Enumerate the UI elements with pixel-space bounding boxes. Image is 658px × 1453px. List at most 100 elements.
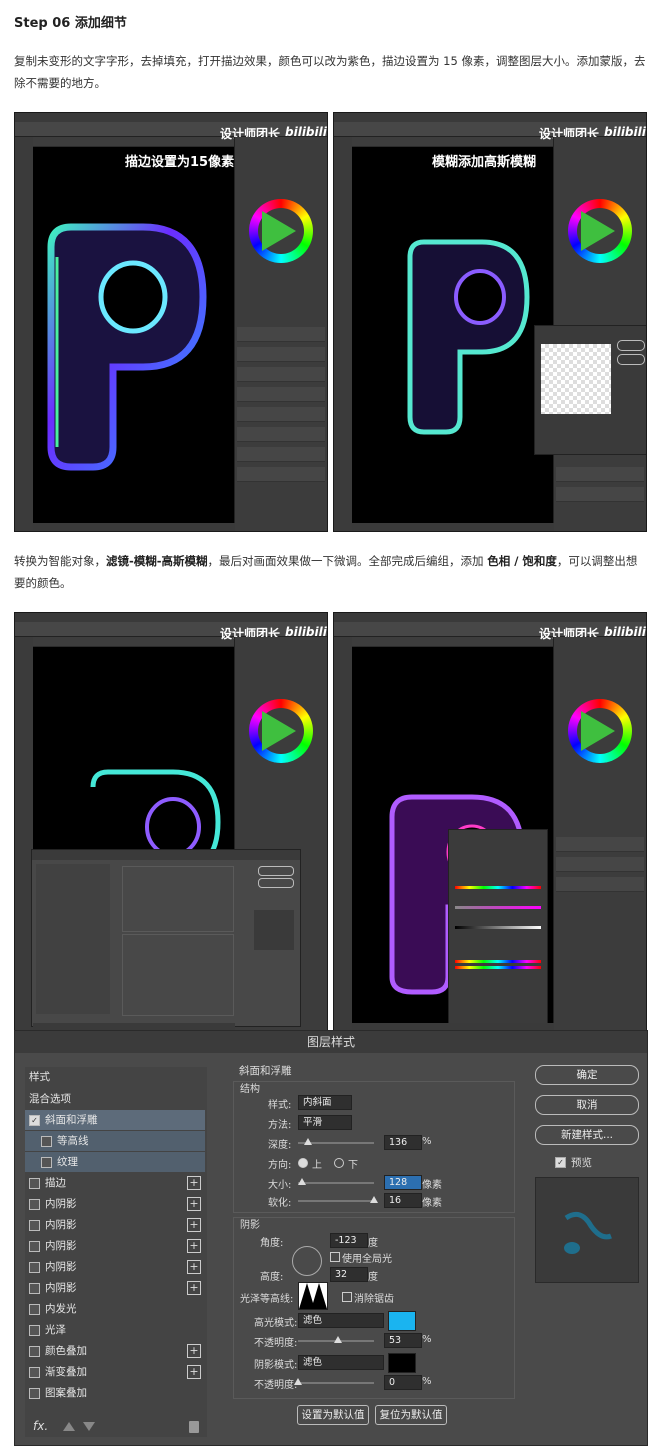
antialias-checkbox[interactable] bbox=[342, 1292, 352, 1302]
layer-row[interactable] bbox=[237, 327, 325, 342]
preview-checkbox[interactable]: ✓ bbox=[555, 1157, 566, 1168]
options-bar bbox=[15, 622, 327, 637]
style-item-label: 内阴影 bbox=[45, 1282, 77, 1294]
size-slider[interactable] bbox=[298, 1182, 374, 1184]
layer-row[interactable] bbox=[237, 467, 325, 482]
layer-row[interactable] bbox=[556, 487, 644, 502]
layer-row[interactable] bbox=[556, 837, 644, 852]
add-style-icon[interactable]: + bbox=[187, 1239, 201, 1253]
layer-row[interactable] bbox=[556, 467, 644, 482]
layer-row[interactable] bbox=[237, 447, 325, 462]
blur-preview bbox=[541, 344, 611, 414]
add-style-icon[interactable]: + bbox=[187, 1176, 201, 1190]
style-item-checkbox[interactable] bbox=[29, 1283, 40, 1294]
color-wheel[interactable] bbox=[249, 199, 313, 263]
style-item-checkbox[interactable]: ✓ bbox=[29, 1115, 40, 1126]
style-item[interactable]: 纹理 bbox=[25, 1152, 205, 1172]
layer-row[interactable] bbox=[556, 877, 644, 892]
hue-saturation-panel bbox=[448, 829, 548, 1031]
depth-label: 深度: bbox=[268, 1140, 292, 1151]
style-item[interactable]: 颜色叠加 + bbox=[25, 1341, 205, 1361]
trash-icon[interactable] bbox=[189, 1421, 199, 1433]
style-item[interactable]: ✓ 斜面和浮雕 bbox=[25, 1110, 205, 1130]
style-item-checkbox[interactable] bbox=[41, 1157, 52, 1168]
layer-row[interactable] bbox=[556, 857, 644, 872]
blur-ok-button[interactable] bbox=[617, 340, 645, 351]
style-item[interactable]: 内阴影 + bbox=[25, 1236, 205, 1256]
layer-row[interactable] bbox=[237, 387, 325, 402]
layer-row[interactable] bbox=[237, 407, 325, 422]
shadow-mode-select[interactable]: 滤色 bbox=[298, 1355, 384, 1370]
shadow-opacity-knob[interactable] bbox=[294, 1378, 302, 1385]
layer-row[interactable] bbox=[237, 347, 325, 362]
layer-row[interactable] bbox=[237, 427, 325, 442]
style-item-checkbox[interactable] bbox=[29, 1178, 40, 1189]
style-item[interactable]: 描边 + bbox=[25, 1173, 205, 1193]
style-item[interactable]: 光泽 bbox=[25, 1320, 205, 1340]
altitude-input[interactable]: 32 bbox=[330, 1267, 368, 1282]
shadow-color-swatch[interactable] bbox=[388, 1353, 416, 1373]
style-item-checkbox[interactable] bbox=[41, 1136, 52, 1147]
style-item[interactable]: 内发光 bbox=[25, 1299, 205, 1319]
shadow-opacity-input[interactable]: 0 bbox=[384, 1375, 422, 1390]
add-style-icon[interactable]: + bbox=[187, 1365, 201, 1379]
highlight-opacity-knob[interactable] bbox=[334, 1336, 342, 1343]
layer-row[interactable] bbox=[237, 367, 325, 382]
angle-input[interactable]: -123 bbox=[330, 1233, 368, 1248]
style-item[interactable]: 渐变叠加 + bbox=[25, 1362, 205, 1382]
style-item[interactable]: 内阴影 + bbox=[25, 1194, 205, 1214]
ok-button[interactable]: 确定 bbox=[535, 1065, 639, 1085]
cancel-button[interactable]: 取消 bbox=[535, 1095, 639, 1115]
fx-icon[interactable]: fx. bbox=[33, 1419, 48, 1433]
direction-down-radio[interactable] bbox=[334, 1158, 344, 1168]
style-item-checkbox[interactable] bbox=[29, 1241, 40, 1252]
reset-default-button[interactable]: 复位为默认值 bbox=[375, 1405, 447, 1425]
direction-up-radio[interactable] bbox=[298, 1158, 308, 1168]
add-style-icon[interactable]: + bbox=[187, 1197, 201, 1211]
highlight-opacity-input[interactable]: 53 bbox=[384, 1333, 422, 1348]
size-slider-knob[interactable] bbox=[298, 1178, 306, 1185]
doc-tab bbox=[33, 637, 235, 646]
soften-input[interactable]: 16 bbox=[384, 1193, 422, 1208]
highlight-mode-select[interactable]: 滤色 bbox=[298, 1313, 384, 1328]
style-item-checkbox[interactable] bbox=[29, 1262, 40, 1273]
style-item[interactable]: 图案叠加 bbox=[25, 1383, 205, 1403]
method-select[interactable]: 平滑 bbox=[298, 1115, 352, 1130]
style-item-checkbox[interactable] bbox=[29, 1367, 40, 1378]
blur-cancel-button[interactable] bbox=[617, 354, 645, 365]
add-style-icon[interactable]: + bbox=[187, 1260, 201, 1274]
size-input[interactable]: 128 bbox=[384, 1175, 422, 1190]
style-item-checkbox[interactable] bbox=[29, 1388, 40, 1399]
move-up-icon[interactable] bbox=[63, 1422, 75, 1431]
move-down-icon[interactable] bbox=[83, 1422, 95, 1431]
color-wheel[interactable] bbox=[568, 699, 632, 763]
style-item-checkbox[interactable] bbox=[29, 1220, 40, 1231]
style-item-checkbox[interactable] bbox=[29, 1304, 40, 1315]
style-item[interactable]: 内阴影 + bbox=[25, 1278, 205, 1298]
add-style-icon[interactable]: + bbox=[187, 1281, 201, 1295]
new-style-button[interactable]: 新建样式... bbox=[535, 1125, 639, 1145]
style-item-checkbox[interactable] bbox=[29, 1346, 40, 1357]
style-item[interactable]: 内阴影 + bbox=[25, 1215, 205, 1235]
soften-slider-knob[interactable] bbox=[370, 1196, 378, 1203]
styles-header-label: 样式 bbox=[29, 1071, 50, 1083]
highlight-color-swatch[interactable] bbox=[388, 1311, 416, 1331]
soften-slider[interactable] bbox=[298, 1200, 374, 1202]
global-light-checkbox[interactable] bbox=[330, 1252, 340, 1262]
style-select[interactable]: 内斜面 bbox=[298, 1095, 352, 1110]
style-item-checkbox[interactable] bbox=[29, 1199, 40, 1210]
depth-input[interactable]: 136 bbox=[384, 1135, 422, 1150]
set-default-button[interactable]: 设置为默认值 bbox=[297, 1405, 369, 1425]
style-item-checkbox[interactable] bbox=[29, 1325, 40, 1336]
angle-dial[interactable] bbox=[292, 1246, 322, 1276]
style-item[interactable]: 等高线 bbox=[25, 1131, 205, 1151]
style-item[interactable]: 混合选项 bbox=[25, 1089, 205, 1109]
color-wheel[interactable] bbox=[249, 699, 313, 763]
style-item[interactable]: 内阴影 + bbox=[25, 1257, 205, 1277]
add-style-icon[interactable]: + bbox=[187, 1218, 201, 1232]
color-wheel[interactable] bbox=[568, 199, 632, 263]
add-style-icon[interactable]: + bbox=[187, 1344, 201, 1358]
shadow-opacity-slider[interactable] bbox=[298, 1382, 374, 1384]
gloss-contour-picker[interactable] bbox=[298, 1282, 328, 1310]
depth-slider-knob[interactable] bbox=[304, 1138, 312, 1145]
